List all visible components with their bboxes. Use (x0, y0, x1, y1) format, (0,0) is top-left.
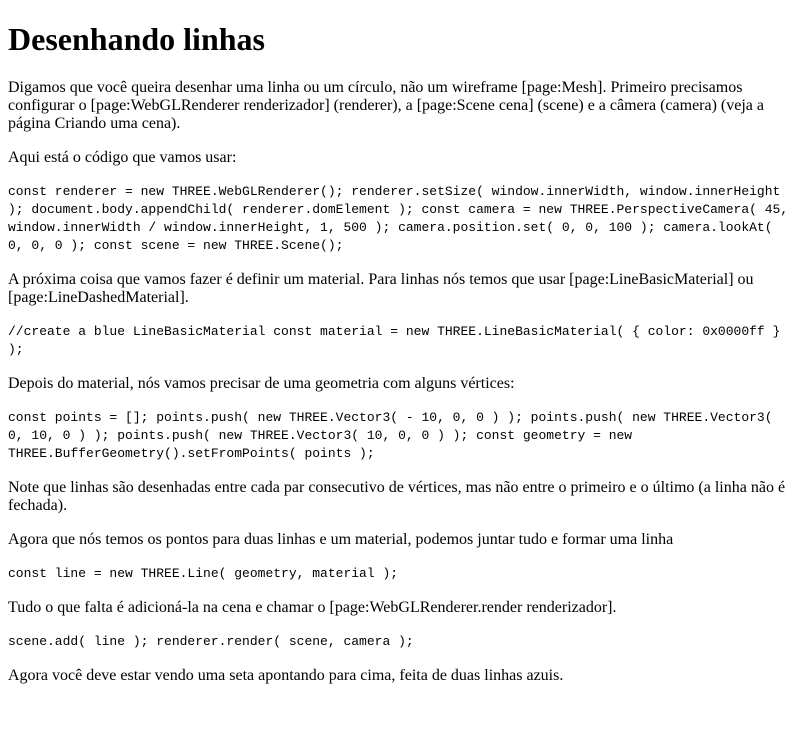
intro-paragraph: Digamos que você queira desenhar uma lin… (8, 79, 764, 132)
combine-paragraph: Agora que nós temos os pontos para duas … (8, 531, 674, 548)
document-page: Desenhando linhas Digamos que você queir… (0, 21, 800, 685)
geometry-code: const points = []; points.push( new THRE… (8, 410, 781, 461)
page-title: Desenhando linhas (8, 21, 265, 57)
lines-note-paragraph: Note que linhas são desenhadas entre cad… (8, 479, 786, 514)
geometry-paragraph: Depois do material, nós vamos precisar d… (8, 375, 515, 392)
code-intro-paragraph: Aqui está o código que vamos usar: (8, 149, 237, 166)
render-paragraph: Tudo o que falta é adicioná-la na cena e… (8, 599, 617, 616)
result-paragraph: Agora você deve estar vendo uma seta apo… (8, 667, 564, 684)
line-code: const line = new THREE.Line( geometry, m… (8, 566, 399, 581)
renderer-setup-code: const renderer = new THREE.WebGLRenderer… (8, 184, 796, 253)
material-code: //create a blue LineBasicMaterial const … (8, 324, 789, 357)
render-code: scene.add( line ); renderer.render( scen… (8, 634, 414, 649)
material-paragraph: A próxima coisa que vamos fazer é defini… (8, 271, 754, 306)
